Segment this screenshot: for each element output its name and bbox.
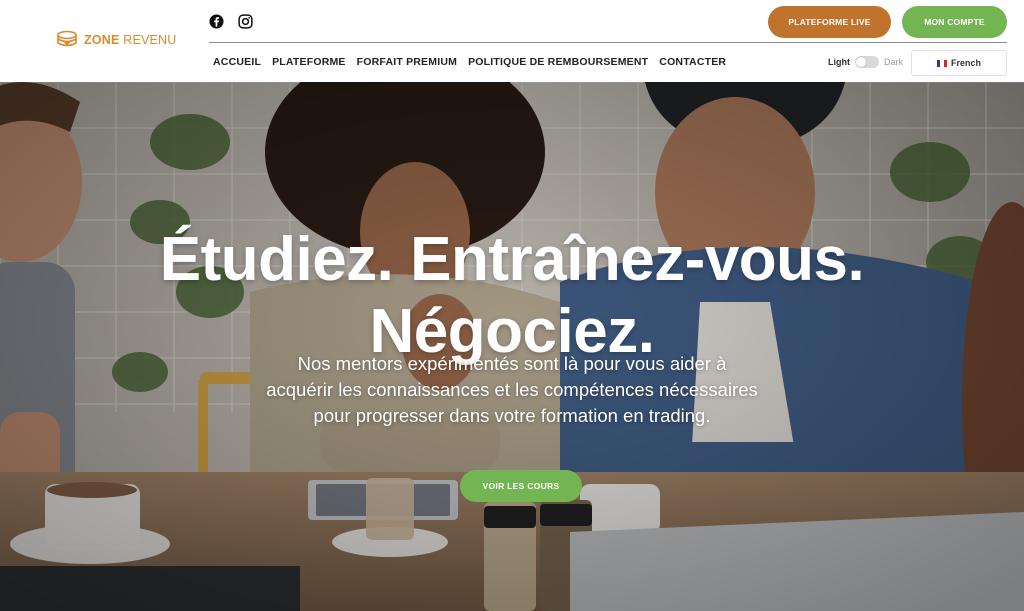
coins-stack-logo-icon [57, 30, 77, 47]
view-courses-button[interactable]: VOIR LES COURS [460, 470, 582, 502]
logo-text: ZONE REVENU [84, 33, 177, 47]
theme-dark-label: Dark [884, 57, 904, 67]
site-header: ZONE REVENU PLATEFORME LIVE MON COMPTE A… [0, 0, 1024, 82]
language-selector[interactable]: French [911, 50, 1007, 76]
fr-flag-icon [936, 59, 947, 67]
social-links [209, 14, 253, 29]
nav-item-platform[interactable]: PLATEFORME [272, 56, 346, 68]
hero-section: Étudiez. Entraînez-vous. Négociez. Nos m… [0, 82, 1024, 611]
nav-item-home[interactable]: ACCUEIL [213, 56, 261, 68]
hero-title-line1: Étudiez. Entraînez-vous. [159, 224, 865, 294]
theme-toggle: Light Dark [828, 56, 903, 68]
nav-item-contact[interactable]: CONTACTER [659, 56, 726, 68]
nav-item-premium[interactable]: FORFAIT PREMIUM [357, 56, 457, 68]
instagram-icon[interactable] [238, 14, 253, 29]
language-label: French [950, 58, 981, 68]
site-logo[interactable]: ZONE REVENU [56, 30, 177, 50]
header-divider [209, 42, 1007, 43]
theme-switch-knob [856, 57, 866, 67]
theme-switch[interactable] [855, 56, 879, 68]
facebook-icon[interactable] [209, 14, 224, 29]
nav-item-refund-policy[interactable]: POLITIQUE DE REMBOURSEMENT [468, 56, 648, 68]
live-platform-button[interactable]: PLATEFORME LIVE [768, 6, 891, 38]
main-nav: ACCUEIL PLATEFORME FORFAIT PREMIUM POLIT… [213, 56, 726, 68]
theme-light-label: Light [828, 57, 850, 67]
hero-title: Étudiez. Entraînez-vous. Négociez. [0, 224, 1024, 368]
hero-subtitle: Nos mentors expérimentés sont là pour vo… [266, 352, 758, 426]
my-account-button[interactable]: MON COMPTE [902, 6, 1007, 38]
